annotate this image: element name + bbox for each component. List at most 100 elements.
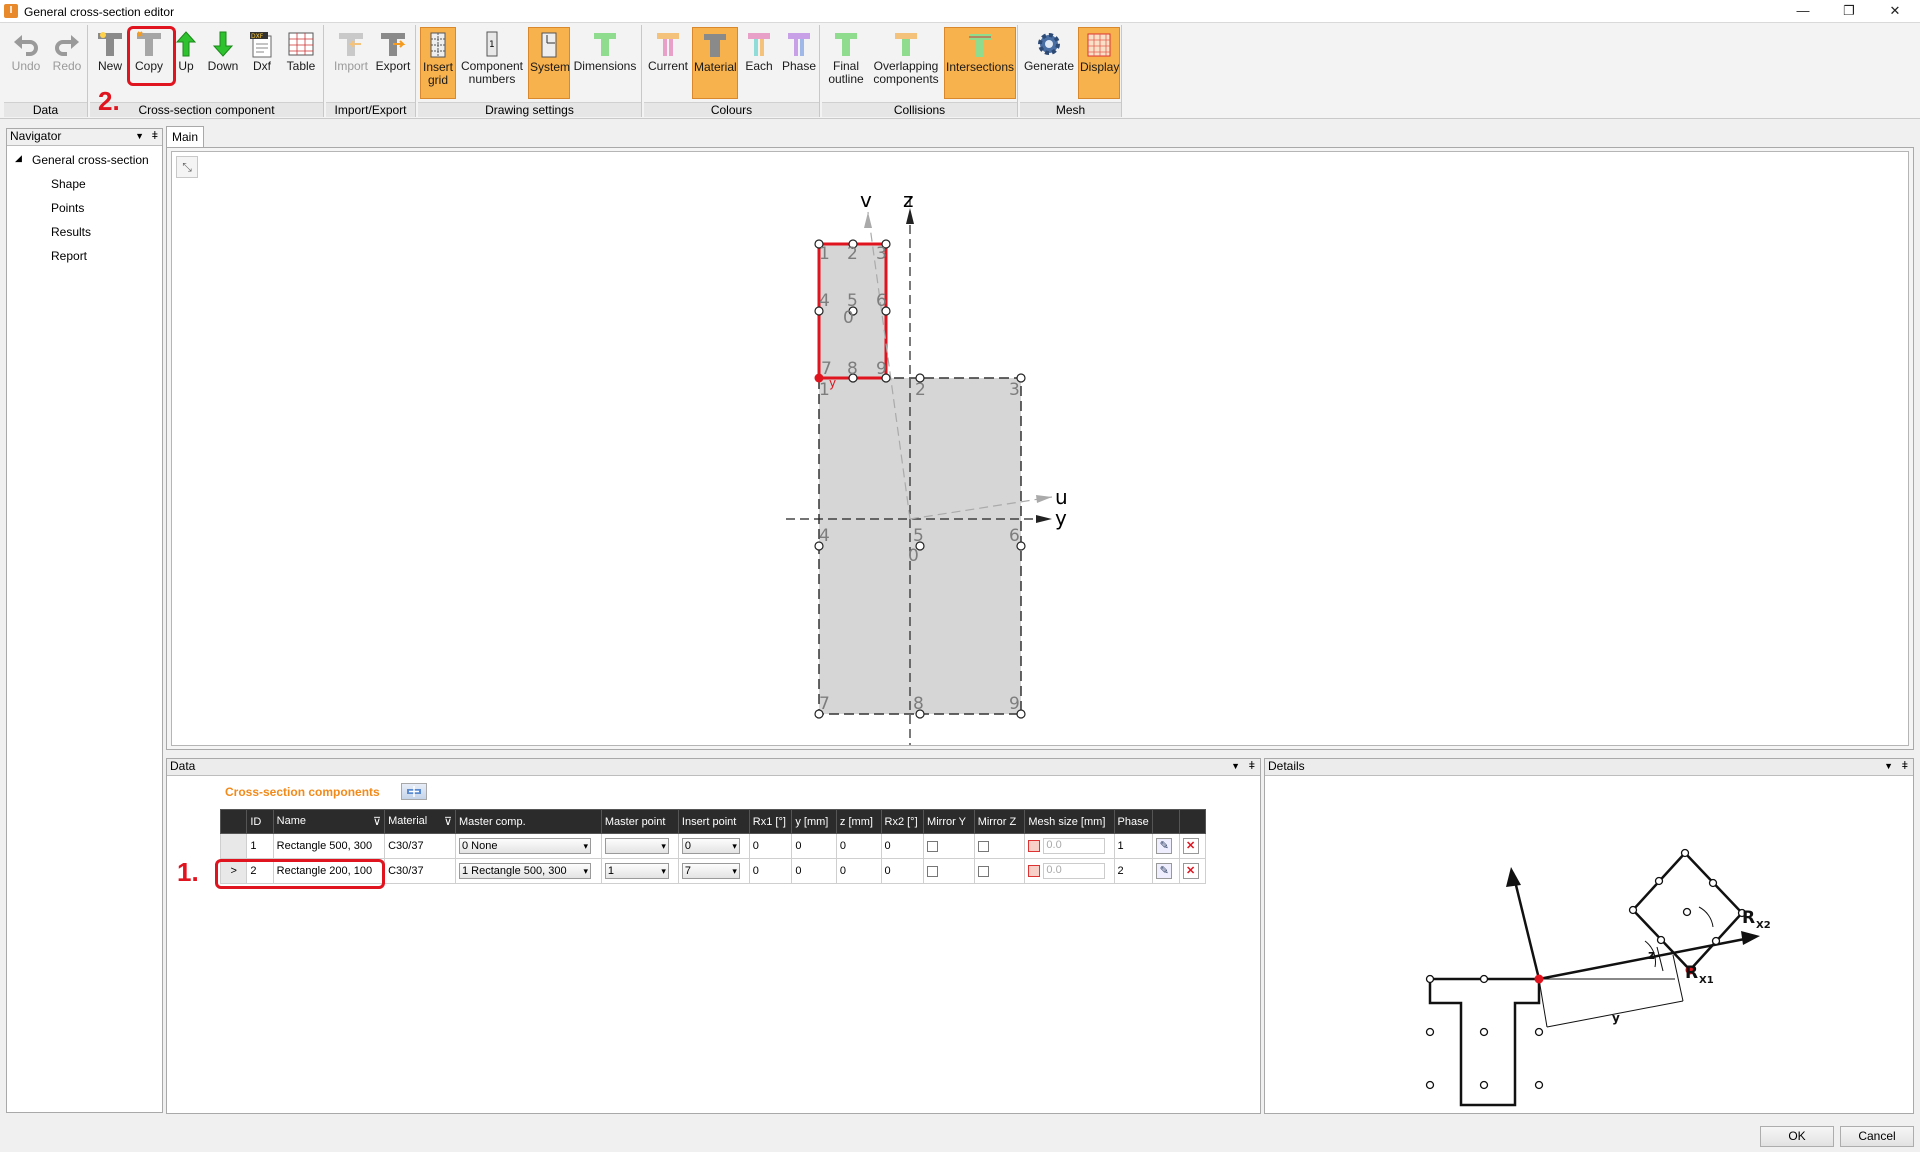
col-header-material[interactable]: Material ⊽	[384, 809, 456, 834]
intersections-button[interactable]: Intersections	[944, 27, 1016, 99]
cell-rx2[interactable]: 0	[880, 833, 925, 859]
col-header-z[interactable]: z [mm]	[835, 809, 882, 834]
filter-icon[interactable]: ⊽	[373, 815, 381, 828]
pin-icon[interactable]: ǂ	[1249, 759, 1255, 774]
generate-mesh-button[interactable]: Generate	[1022, 27, 1076, 99]
delete-icon[interactable]: ✕	[1182, 838, 1199, 854]
cell-phase[interactable]: 2	[1113, 858, 1154, 884]
system-button[interactable]: System	[528, 27, 570, 99]
tree-expand-icon[interactable]: ◢	[15, 153, 22, 164]
overlapping-components-button[interactable]: Overlapping components	[870, 27, 942, 99]
delete-icon[interactable]: ✕	[1182, 863, 1199, 879]
master-point-select[interactable]: 1	[604, 863, 669, 879]
insert-point-select[interactable]: 0	[681, 838, 740, 854]
col-header-phase[interactable]: Phase	[1113, 809, 1154, 834]
master-comp-select[interactable]: 0 None	[459, 838, 591, 854]
colour-each-button[interactable]: Each	[740, 27, 778, 99]
col-header-mirror-z[interactable]: Mirror Z	[973, 809, 1026, 834]
insert-y-label: y	[829, 376, 836, 390]
cell-material[interactable]: C30/37	[384, 833, 456, 859]
data-dropdown-icon[interactable]: ▼	[1231, 759, 1240, 774]
cell-z[interactable]: 0	[835, 833, 882, 859]
ok-button[interactable]: OK	[1760, 1126, 1834, 1147]
insert-point-select[interactable]: 7	[681, 863, 740, 879]
cell-phase[interactable]: 1	[1113, 833, 1154, 859]
component-numbers-button[interactable]: 1 Component numbers	[458, 27, 526, 99]
mirror-z-checkbox[interactable]	[977, 865, 989, 877]
colour-material-button[interactable]: Material	[692, 27, 738, 99]
drawing-canvas[interactable]: ⤡ v z u y 1 2 3 4 5 6 7 8 9 0 y 1 2 3 4 …	[171, 151, 1909, 746]
row-selector[interactable]	[219, 833, 248, 859]
col-header-master-point[interactable]: Master point	[600, 809, 679, 834]
cancel-button[interactable]: Cancel	[1840, 1126, 1914, 1147]
move-down-button[interactable]: Down	[204, 27, 242, 99]
cell-rx1[interactable]: 0	[748, 858, 793, 884]
nav-item-results[interactable]: Results	[51, 225, 91, 239]
col-header-rx2[interactable]: Rx2 [°]	[880, 809, 925, 834]
col-header-delete	[1178, 809, 1207, 834]
nav-item-shape[interactable]: Shape	[51, 177, 86, 191]
col-header-id[interactable]: ID	[246, 809, 274, 834]
mesh-icon[interactable]	[1028, 840, 1041, 852]
colour-phase-button[interactable]: Phase	[780, 27, 818, 99]
cell-material[interactable]: C30/37	[384, 858, 456, 884]
col-header-mesh-size[interactable]: Mesh size [mm]	[1024, 809, 1115, 834]
svg-text:DXF: DXF	[251, 33, 264, 40]
mirror-y-checkbox[interactable]	[927, 840, 939, 852]
col-header-mirror-y[interactable]: Mirror Y	[923, 809, 975, 834]
cell-rx1[interactable]: 0	[748, 833, 793, 859]
col-header-rx1[interactable]: Rx1 [°]	[748, 809, 793, 834]
redo-button[interactable]: Redo	[48, 27, 86, 99]
edit-icon[interactable]: ✎	[1156, 838, 1173, 854]
tab-main[interactable]: Main	[166, 126, 204, 147]
copy-highlight-box	[127, 26, 176, 86]
cell-y[interactable]: 0	[791, 858, 837, 884]
pin-icon[interactable]: ǂ	[152, 129, 158, 144]
nav-item-general-cross-section[interactable]: General cross-section	[32, 153, 149, 167]
export-button[interactable]: Export	[372, 27, 414, 99]
filter-icon[interactable]: ⊽	[444, 815, 452, 828]
cell-rx2[interactable]: 0	[880, 858, 925, 884]
close-button[interactable]: ✕	[1872, 0, 1918, 23]
maximize-button[interactable]: ❐	[1826, 0, 1872, 23]
dxf-button[interactable]: DXF Dxf	[244, 27, 280, 99]
pin-icon[interactable]: ǂ	[1902, 759, 1908, 774]
details-dropdown-icon[interactable]: ▼	[1884, 759, 1893, 774]
mirror-z-checkbox[interactable]	[977, 840, 989, 852]
cell-y[interactable]: 0	[791, 833, 837, 859]
col-header-name[interactable]: Name ⊽	[272, 809, 386, 834]
navigator-dropdown-icon[interactable]: ▼	[135, 129, 144, 144]
nav-item-report[interactable]: Report	[51, 249, 87, 263]
col-header-insert-point[interactable]: Insert point	[677, 809, 750, 834]
mesh-size-input[interactable]: 0.0	[1043, 863, 1106, 879]
cell-insert-point: 7	[677, 858, 750, 884]
master-point-select[interactable]	[604, 838, 669, 854]
undo-button[interactable]: Undo	[7, 27, 45, 99]
mesh-icon[interactable]	[1028, 865, 1041, 877]
colour-current-button[interactable]: Current	[646, 27, 690, 99]
minimize-button[interactable]: —	[1780, 0, 1826, 23]
master-comp-select[interactable]: 1 Rectangle 500, 300	[459, 863, 591, 879]
dimensions-button[interactable]: Dimensions	[572, 27, 638, 99]
nav-item-points[interactable]: Points	[51, 201, 84, 215]
table-button[interactable]: Table	[282, 27, 320, 99]
col-header-selector	[219, 809, 248, 834]
axis-label-y: y	[1055, 506, 1067, 530]
col-header-master-comp[interactable]: Master comp.	[455, 809, 602, 834]
final-outline-button[interactable]: Final outline	[824, 27, 868, 99]
cell-name[interactable]: Rectangle 500, 300	[272, 833, 386, 859]
display-mesh-button[interactable]: Display	[1078, 27, 1120, 99]
col-header-y[interactable]: y [mm]	[791, 809, 837, 834]
table-row[interactable]: 1 Rectangle 500, 300 C30/37 0 None 0 0 0…	[219, 833, 1207, 859]
col-header-edit	[1152, 809, 1180, 834]
redo-icon	[55, 35, 79, 56]
import-button[interactable]: Import	[330, 27, 372, 99]
insert-grid-button[interactable]: Insert grid	[420, 27, 456, 99]
point-number: 1	[819, 380, 830, 400]
edit-icon[interactable]: ✎	[1156, 863, 1173, 879]
mirror-y-checkbox[interactable]	[927, 865, 939, 877]
mesh-size-input[interactable]: 0.0	[1043, 838, 1106, 854]
v-axis-arrow	[864, 212, 872, 228]
cell-z[interactable]: 0	[835, 858, 882, 884]
add-component-button[interactable]	[401, 783, 427, 800]
